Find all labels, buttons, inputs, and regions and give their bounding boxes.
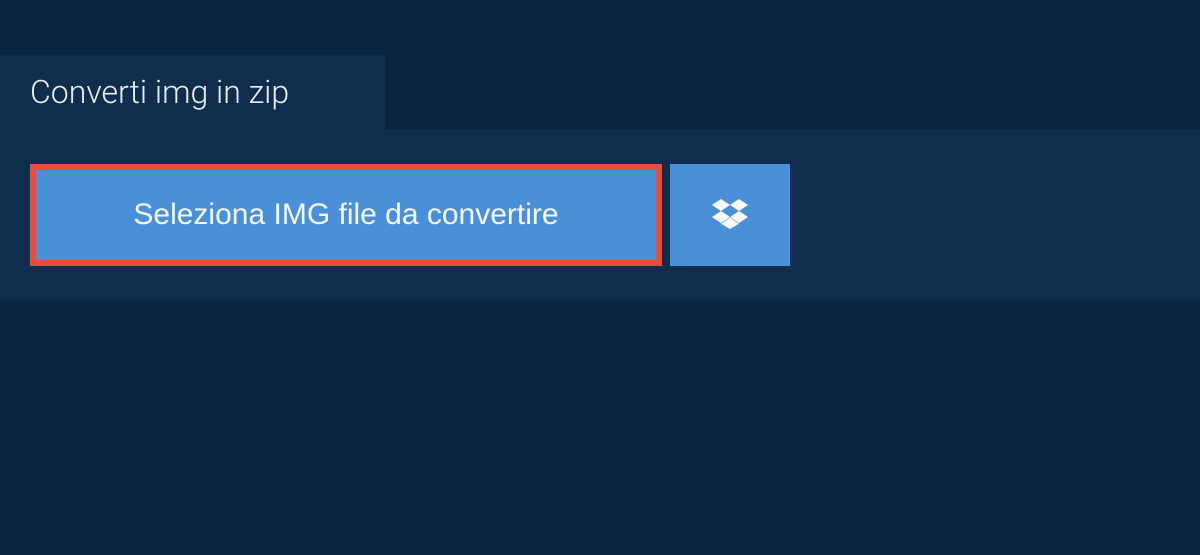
- tab-convert-img-zip[interactable]: Converti img in zip: [0, 55, 385, 129]
- select-file-button[interactable]: Seleziona IMG file da convertire: [30, 164, 662, 266]
- tab-label: Converti img in zip: [30, 73, 289, 111]
- dropbox-button[interactable]: [670, 164, 790, 266]
- dropbox-icon: [712, 196, 748, 235]
- select-file-label: Seleziona IMG file da convertire: [133, 198, 558, 232]
- content-panel: Seleziona IMG file da convertire: [0, 129, 1200, 301]
- tab-bar: Converti img in zip: [0, 55, 1200, 129]
- button-row: Seleziona IMG file da convertire: [30, 164, 1170, 266]
